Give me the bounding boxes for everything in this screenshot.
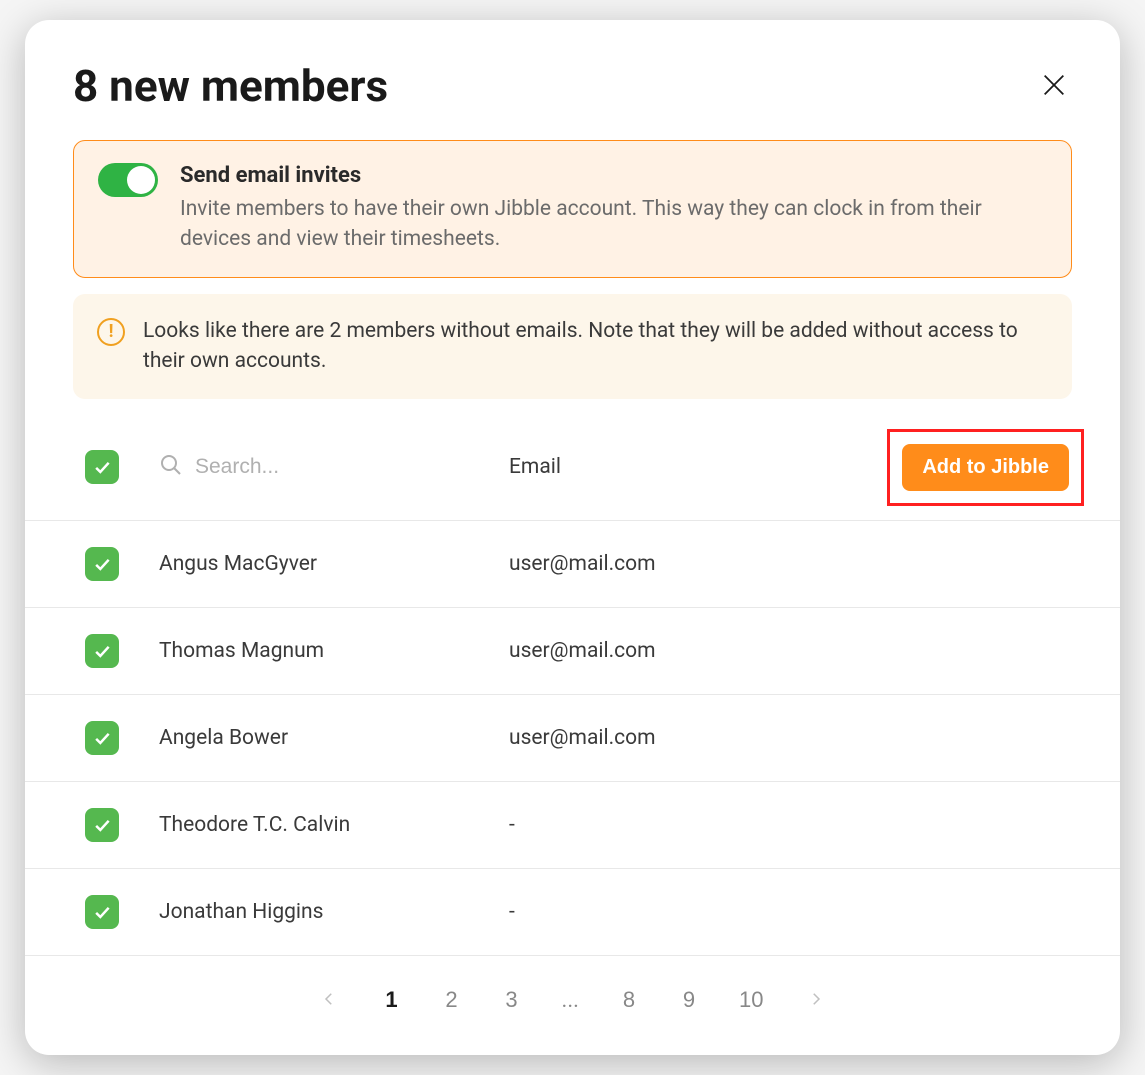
select-all-checkbox[interactable] — [85, 450, 119, 484]
member-name: Jonathan Higgins — [159, 900, 509, 924]
next-page-button[interactable] — [803, 986, 829, 1015]
row-checkbox[interactable] — [85, 895, 119, 929]
modal-header: 8 new members — [25, 60, 1120, 140]
row-checkbox[interactable] — [85, 721, 119, 755]
member-email: - — [509, 900, 1072, 924]
table-row: Jonathan Higgins- — [25, 869, 1120, 956]
member-name: Angus MacGyver — [159, 552, 509, 576]
search-icon — [159, 453, 183, 481]
member-name: Thomas Magnum — [159, 639, 509, 663]
member-email: user@mail.com — [509, 639, 1072, 663]
search-wrap — [159, 453, 509, 481]
modal-title: 8 new members — [73, 60, 388, 112]
page-number[interactable]: 10 — [739, 987, 763, 1013]
member-rows: Angus MacGyveruser@mail.comThomas Magnum… — [25, 521, 1120, 956]
member-name: Theodore T.C. Calvin — [159, 813, 509, 837]
table-row: Theodore T.C. Calvin- — [25, 782, 1120, 869]
page-number[interactable]: 1 — [382, 987, 402, 1013]
close-icon — [1040, 87, 1068, 102]
page-ellipsis: ... — [562, 988, 579, 1013]
warning-text: Looks like there are 2 members without e… — [143, 316, 1048, 377]
warning-icon: ! — [97, 318, 125, 346]
chevron-left-icon — [320, 996, 338, 1011]
add-to-jibble-button[interactable]: Add to Jibble — [902, 444, 1069, 491]
page-number[interactable]: 2 — [442, 987, 462, 1013]
row-checkbox[interactable] — [85, 634, 119, 668]
member-email: user@mail.com — [509, 726, 1072, 750]
member-email: user@mail.com — [509, 552, 1072, 576]
close-button[interactable] — [1036, 67, 1072, 106]
table-header: Email Add to Jibble — [25, 415, 1120, 521]
table-row: Angela Boweruser@mail.com — [25, 695, 1120, 782]
chevron-right-icon — [807, 996, 825, 1011]
send-email-invites-toggle[interactable] — [98, 163, 158, 197]
page-number[interactable]: 9 — [679, 987, 699, 1013]
page-number[interactable]: 3 — [502, 987, 522, 1013]
email-invite-callout: Send email invites Invite members to hav… — [73, 140, 1072, 278]
invite-description: Invite members to have their own Jibble … — [180, 194, 1047, 255]
add-button-highlight: Add to Jibble — [887, 429, 1084, 506]
member-email: - — [509, 813, 1072, 837]
pagination: 1 2 3... 8 9 10 — [25, 956, 1120, 1025]
prev-page-button[interactable] — [316, 986, 342, 1015]
page-number[interactable]: 8 — [619, 987, 639, 1013]
table-row: Thomas Magnumuser@mail.com — [25, 608, 1120, 695]
missing-emails-warning: ! Looks like there are 2 members without… — [73, 294, 1072, 399]
table-row: Angus MacGyveruser@mail.com — [25, 521, 1120, 608]
email-column-header: Email — [509, 455, 887, 479]
row-checkbox[interactable] — [85, 547, 119, 581]
invite-text: Send email invites Invite members to hav… — [180, 163, 1047, 255]
invite-title: Send email invites — [180, 163, 1047, 188]
row-checkbox[interactable] — [85, 808, 119, 842]
member-name: Angela Bower — [159, 726, 509, 750]
new-members-modal: 8 new members Send email invites Invite … — [25, 20, 1120, 1055]
toggle-knob — [127, 166, 155, 194]
search-input[interactable] — [195, 455, 445, 479]
